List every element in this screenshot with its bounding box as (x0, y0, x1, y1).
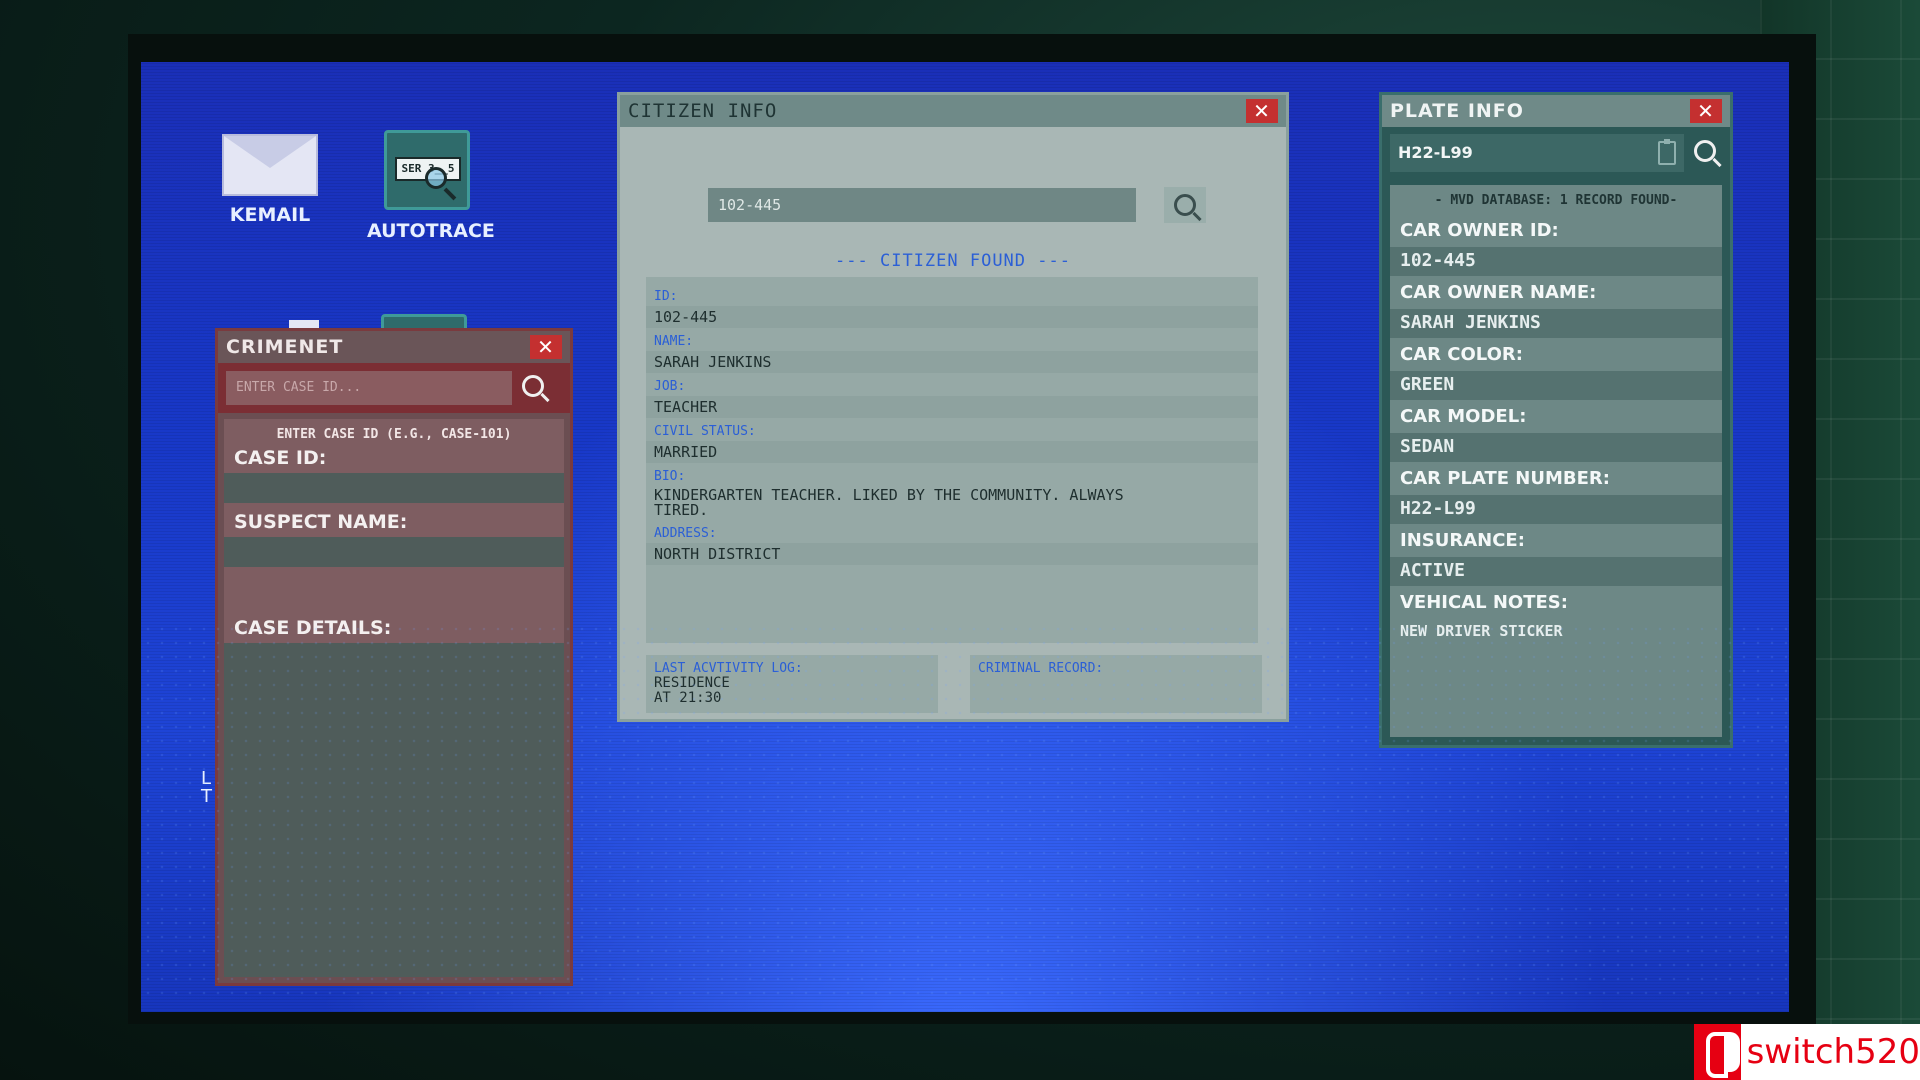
plate-info-titlebar[interactable]: PLATE INFO ✕ (1382, 95, 1730, 127)
citizen-id-input[interactable]: 102-445 (708, 188, 1136, 222)
car-owner-id-label: CAR OWNER ID: (1390, 214, 1722, 247)
citizen-info-window: CITIZEN INFO ✕ 102-445 --- CITIZEN FOUND… (617, 92, 1289, 722)
plate-results: - MVD DATABASE: 1 RECORD FOUND- CAR OWNE… (1390, 185, 1722, 737)
criminal-record-panel: CRIMINAL RECORD: (970, 655, 1262, 713)
car-plate-number-label: CAR PLATE NUMBER: (1390, 462, 1722, 495)
watermark-text: switch520 (1746, 1032, 1920, 1072)
civil-status-value: MARRIED (646, 441, 1258, 463)
bio-label: BIO: (654, 469, 686, 484)
car-owner-name-value: SARAH JENKINS (1390, 309, 1722, 338)
case-id-hint: ENTER CASE ID (E.G., CASE-101) (224, 419, 564, 443)
address-value: NORTH DISTRICT (646, 543, 1258, 565)
switch-logo-icon (1694, 1024, 1741, 1080)
activity-log-line2: AT 21:30 (654, 690, 722, 706)
case-id-value (224, 473, 564, 503)
insurance-label: INSURANCE: (1390, 524, 1722, 557)
kemail-desktop-icon[interactable]: KEMAIL (215, 134, 325, 226)
search-icon (1694, 140, 1716, 162)
crimenet-title: CRIMENET (226, 336, 344, 358)
car-model-value: SEDAN (1390, 433, 1722, 462)
citizen-found-status: --- CITIZEN FOUND --- (835, 251, 1071, 271)
id-label: ID: (654, 289, 678, 304)
hidden-desktop-icon-2[interactable] (289, 320, 319, 328)
id-value: 102-445 (646, 306, 1258, 328)
name-value: SARAH JENKINS (646, 351, 1258, 373)
crimenet-search-button[interactable] (522, 375, 544, 401)
envelope-icon (222, 134, 318, 196)
vehicle-notes-label: VEHICAL NOTES: (1390, 586, 1722, 619)
job-label: JOB: (654, 379, 686, 394)
citizen-info-titlebar[interactable]: CITIZEN INFO ✕ (620, 95, 1286, 127)
autotrace-label: AUTOTRACE (367, 220, 495, 242)
plate-info-window: PLATE INFO ✕ H22-L99 - MVD DATABASE: 1 R… (1379, 92, 1733, 748)
plate-search-button[interactable] (1694, 140, 1716, 166)
bio-value: KINDERGARTEN TEACHER. LIKED BY THE COMMU… (654, 486, 1124, 519)
car-owner-id-value: 102-445 (1390, 247, 1722, 276)
name-label: NAME: (654, 334, 694, 349)
car-color-value: GREEN (1390, 371, 1722, 400)
plate-info-close-button[interactable]: ✕ (1690, 99, 1722, 123)
citizen-info-title: CITIZEN INFO (628, 100, 778, 122)
suspect-name-value (224, 537, 564, 567)
clipboard-icon[interactable] (1658, 139, 1676, 165)
civil-status-label: CIVIL STATUS: (654, 424, 756, 439)
car-owner-name-label: CAR OWNER NAME: (1390, 276, 1722, 309)
case-id-label: CASE ID: (224, 443, 564, 473)
car-plate-number-value: H22-L99 (1390, 495, 1722, 524)
case-details-label: CASE DETAILS: (224, 567, 564, 643)
insurance-value: ACTIVE (1390, 557, 1722, 586)
partial-icon-label: LT (201, 768, 212, 807)
citizen-search-button[interactable] (1164, 187, 1206, 223)
citizen-record-card: ID: 102-445 NAME: SARAH JENKINS JOB: TEA… (646, 277, 1258, 643)
plate-magnifier-icon: SER 3__5 (384, 130, 470, 210)
search-icon (522, 375, 544, 397)
search-icon (1174, 194, 1196, 216)
criminal-record-label: CRIMINAL RECORD: (978, 661, 1104, 676)
suspect-name-label: SUSPECT NAME: (224, 503, 564, 537)
crimenet-search-bar: ENTER CASE ID... (218, 363, 570, 413)
case-id-input[interactable]: ENTER CASE ID... (226, 371, 512, 405)
citizen-info-close-button[interactable]: ✕ (1246, 99, 1278, 123)
car-color-label: CAR COLOR: (1390, 338, 1722, 371)
crimenet-window: CRIMENET ✕ ENTER CASE ID... ENTER CASE I… (215, 328, 573, 986)
crimenet-titlebar[interactable]: CRIMENET ✕ (218, 331, 570, 363)
autotrace-desktop-icon[interactable]: SER 3__5 AUTOTRACE (367, 130, 495, 242)
activity-log-line1: RESIDENCE (654, 675, 730, 691)
plate-number-input[interactable]: H22-L99 (1390, 134, 1684, 172)
activity-log-label: LAST ACVTIVITY LOG: (654, 661, 803, 676)
plate-info-title: PLATE INFO (1390, 100, 1524, 122)
mvd-summary: - MVD DATABASE: 1 RECORD FOUND- (1434, 193, 1678, 208)
desktop-screen: KEMAIL SER 3__5 AUTOTRACE LT CRIMENET ✕ … (141, 62, 1789, 1012)
plate-search-bar: H22-L99 (1382, 127, 1730, 179)
kemail-label: KEMAIL (229, 204, 311, 226)
crimenet-results: ENTER CASE ID (E.G., CASE-101) CASE ID: … (224, 419, 564, 977)
crimenet-close-button[interactable]: ✕ (530, 335, 562, 359)
activity-log-panel: LAST ACVTIVITY LOG: RESIDENCE AT 21:30 (646, 655, 938, 713)
car-model-label: CAR MODEL: (1390, 400, 1722, 433)
address-label: ADDRESS: (654, 526, 717, 541)
vehicle-notes-value: NEW DRIVER STICKER (1400, 622, 1563, 640)
plate-number-value: H22-L99 (1398, 143, 1473, 162)
citizen-search-bar: 102-445 (708, 187, 1206, 223)
job-value: TEACHER (646, 396, 1258, 418)
watermark: switch520 (1694, 1024, 1920, 1080)
